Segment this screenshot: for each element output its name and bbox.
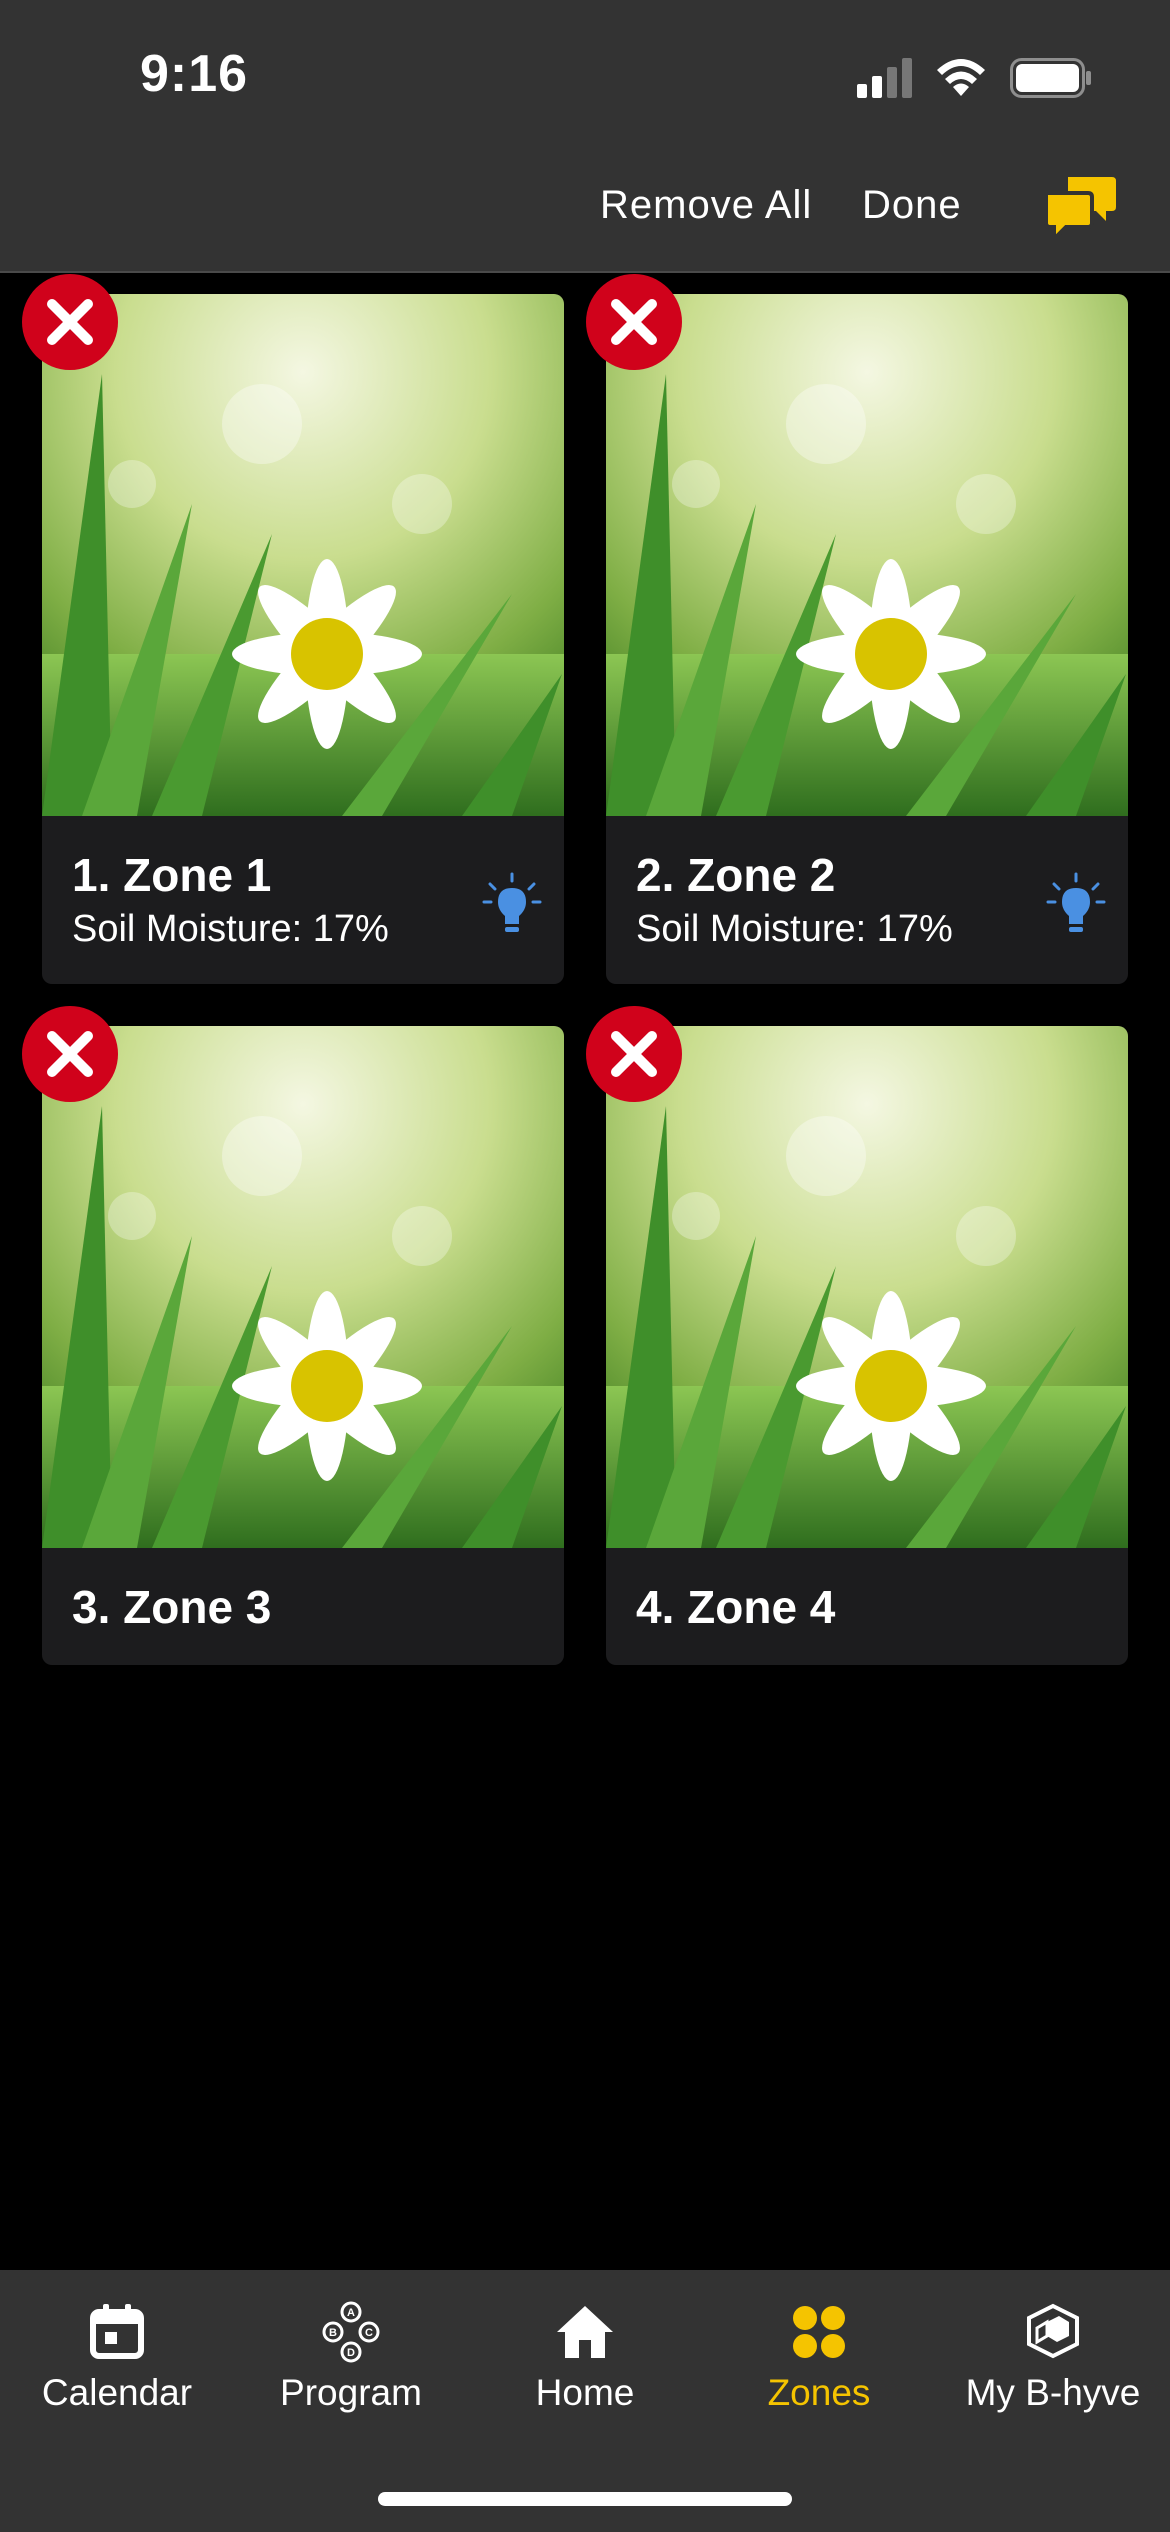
cellular-signal-icon — [857, 58, 912, 98]
tab-label: My B-hyve — [965, 2372, 1141, 2413]
remove-all-button[interactable]: Remove All — [600, 183, 812, 228]
tab-my-bhyve[interactable]: My B-hyve — [936, 2300, 1170, 2430]
zone-photo — [606, 1026, 1128, 1548]
tab-label: Home — [535, 2372, 635, 2413]
close-icon — [611, 1031, 657, 1077]
zone-name: 1. Zone 1 — [72, 849, 272, 901]
close-icon — [47, 299, 93, 345]
zone-name: 4. Zone 4 — [636, 1581, 836, 1633]
svg-text:C: C — [365, 2327, 373, 2339]
program-icon: A B C D — [322, 2301, 380, 2363]
tab-label: Program — [280, 2372, 422, 2413]
tab-program[interactable]: A B C D Program — [234, 2300, 468, 2430]
remove-zone-button[interactable] — [22, 1006, 118, 1102]
close-icon — [47, 1031, 93, 1077]
chat-bubbles-icon[interactable] — [1042, 173, 1118, 241]
zone-soil-moisture: Soil Moisture: 17% — [636, 908, 953, 950]
svg-text:A: A — [347, 2307, 355, 2319]
svg-text:B: B — [329, 2327, 337, 2339]
status-bar: 9:16 — [0, 0, 1170, 145]
lightbulb-icon[interactable] — [1046, 872, 1106, 938]
tab-calendar[interactable]: Calendar — [0, 2300, 234, 2430]
zone-card-3[interactable]: 3. Zone 3 — [22, 1006, 564, 1665]
tab-zones[interactable]: Zones — [702, 2300, 936, 2430]
tab-label: Calendar — [41, 2372, 193, 2413]
zone-card-1[interactable]: 1. Zone 1 Soil Moisture: 17% — [22, 274, 564, 984]
zone-photo — [42, 294, 564, 816]
done-button[interactable]: Done — [862, 183, 962, 228]
nav-bar: Remove All Done — [0, 145, 1170, 273]
remove-zone-button[interactable] — [586, 1006, 682, 1102]
zone-soil-moisture: Soil Moisture: 17% — [72, 908, 389, 950]
home-indicator[interactable] — [378, 2492, 792, 2506]
bhyve-icon — [1027, 2303, 1079, 2359]
tab-home[interactable]: Home — [468, 2300, 702, 2430]
zone-card-4[interactable]: 4. Zone 4 — [586, 1006, 1128, 1665]
battery-icon — [1010, 58, 1091, 98]
zone-card-2[interactable]: 2. Zone 2 Soil Moisture: 17% — [586, 274, 1128, 984]
tab-label: Zones — [767, 2372, 871, 2413]
svg-text:D: D — [347, 2347, 355, 2359]
home-icon — [557, 2306, 613, 2358]
remove-zone-button[interactable] — [22, 274, 118, 370]
close-icon — [611, 299, 657, 345]
zone-photo — [606, 294, 1128, 816]
wifi-icon — [937, 59, 985, 96]
zone-name: 3. Zone 3 — [72, 1581, 272, 1633]
remove-zone-button[interactable] — [586, 274, 682, 370]
zone-name: 2. Zone 2 — [636, 849, 836, 901]
zone-photo — [42, 1026, 564, 1548]
status-time: 9:16 — [140, 45, 249, 103]
lightbulb-icon[interactable] — [482, 872, 542, 938]
calendar-icon — [90, 2304, 144, 2359]
zones-icon — [793, 2306, 845, 2358]
